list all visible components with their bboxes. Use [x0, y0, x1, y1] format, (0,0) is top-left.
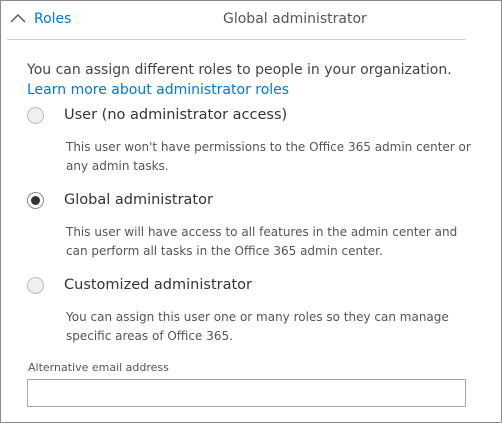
- radio-global-admin[interactable]: [27, 192, 44, 209]
- roles-section-header[interactable]: Roles Global administrator: [1, 1, 501, 39]
- radio-user-no-admin[interactable]: [27, 107, 44, 124]
- chevron-up-icon[interactable]: [9, 12, 27, 26]
- radio-customized-admin[interactable]: [27, 277, 44, 294]
- option-description-customized-admin: You can assign this user one or many rol…: [66, 310, 449, 343]
- option-description-global-admin: This user will have access to all featur…: [66, 225, 458, 258]
- option-description-user: This user won't have permissions to the …: [66, 140, 471, 173]
- alt-email-input[interactable]: [27, 379, 466, 407]
- roles-panel: Roles Global administrator You can assig…: [0, 0, 502, 423]
- radio-selected-dot: [31, 196, 40, 205]
- option-label-customized-admin[interactable]: Customized administrator: [64, 277, 252, 293]
- learn-more-link[interactable]: Learn more about administrator roles: [27, 82, 289, 98]
- option-label-user[interactable]: User (no administrator access): [64, 107, 287, 123]
- alt-email-label: Alternative email address: [28, 361, 169, 374]
- roles-intro: You can assign different roles to people…: [27, 60, 473, 100]
- header-divider: [7, 39, 466, 40]
- option-label-global-admin[interactable]: Global administrator: [64, 192, 213, 208]
- roles-section-title[interactable]: Roles: [34, 11, 71, 27]
- intro-text: You can assign different roles to people…: [27, 62, 452, 78]
- current-role-summary: Global administrator: [223, 11, 367, 27]
